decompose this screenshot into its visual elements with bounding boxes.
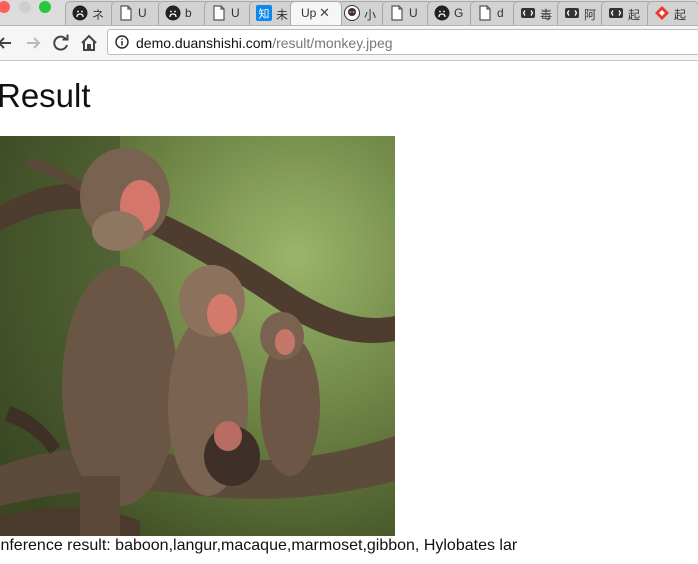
url-path: /result/monkey.jpeg bbox=[272, 35, 393, 51]
inference-result: Inference result: baboon,langur,macaque,… bbox=[0, 537, 518, 554]
browser-tab[interactable]: ネ bbox=[65, 1, 117, 25]
browser-tab[interactable]: 起 bbox=[601, 1, 653, 25]
svg-text:知: 知 bbox=[259, 7, 270, 21]
back-arrow-icon[interactable] bbox=[0, 32, 16, 54]
page-title: Result bbox=[0, 77, 91, 114]
page-icon bbox=[118, 5, 134, 21]
red-diamond-icon bbox=[654, 5, 670, 21]
browser-tab[interactable]: Up ✕ bbox=[290, 1, 342, 25]
tab-strip: ネ Ub U 知未 Up ✕ 小 U Gd 毒阿起起 bbox=[0, 0, 698, 26]
page-icon bbox=[477, 5, 493, 21]
tab-label: 阿 bbox=[584, 8, 597, 22]
zhihu-icon: 知 bbox=[256, 5, 272, 21]
tab-label: 起 bbox=[674, 8, 687, 22]
url-text[interactable]: demo.duanshishi.com/result/monkey.jpeg bbox=[136, 35, 393, 51]
info-icon[interactable] bbox=[115, 35, 129, 49]
tab-label: U bbox=[409, 6, 418, 20]
home-icon[interactable] bbox=[78, 32, 100, 54]
bracket-icon bbox=[520, 5, 536, 21]
tab-close-button[interactable]: ✕ bbox=[319, 5, 330, 21]
tab-label: 小 bbox=[364, 8, 377, 22]
tab-label: 起 bbox=[628, 8, 641, 22]
tab-label: Up bbox=[301, 6, 317, 20]
browser-tab[interactable]: U bbox=[111, 1, 163, 25]
tab-label: U bbox=[231, 6, 240, 20]
page-icon bbox=[211, 5, 227, 21]
github-icon bbox=[434, 5, 450, 21]
tab-label: 毒 bbox=[540, 8, 553, 22]
window-minimize-button[interactable] bbox=[19, 1, 31, 13]
github-icon bbox=[165, 5, 181, 21]
browser-tab[interactable]: 起 bbox=[647, 1, 698, 25]
tab-label: U bbox=[138, 6, 147, 20]
octocat-icon bbox=[344, 5, 360, 21]
tab-label: ネ bbox=[92, 8, 105, 22]
tab-label: 未 bbox=[276, 8, 289, 22]
address-bar[interactable]: demo.duanshishi.com/result/monkey.jpeg bbox=[107, 29, 698, 55]
monkey-photo bbox=[0, 136, 395, 536]
browser-toolbar: demo.duanshishi.com/result/monkey.jpeg bbox=[0, 26, 698, 61]
browser-tab[interactable]: b bbox=[158, 1, 210, 25]
forward-arrow-icon[interactable] bbox=[22, 32, 44, 54]
tab-label: b bbox=[185, 6, 192, 20]
result-image bbox=[0, 136, 395, 536]
reload-icon[interactable] bbox=[50, 32, 72, 54]
bracket-icon bbox=[564, 5, 580, 21]
window-zoom-button[interactable] bbox=[39, 1, 51, 13]
window-close-button[interactable] bbox=[0, 1, 10, 13]
tab-label: d bbox=[497, 6, 504, 20]
bracket-icon bbox=[608, 5, 624, 21]
page-icon bbox=[389, 5, 405, 21]
tab-label: G bbox=[454, 6, 464, 20]
url-host: demo.duanshishi.com bbox=[136, 35, 273, 51]
github-icon bbox=[72, 5, 88, 21]
